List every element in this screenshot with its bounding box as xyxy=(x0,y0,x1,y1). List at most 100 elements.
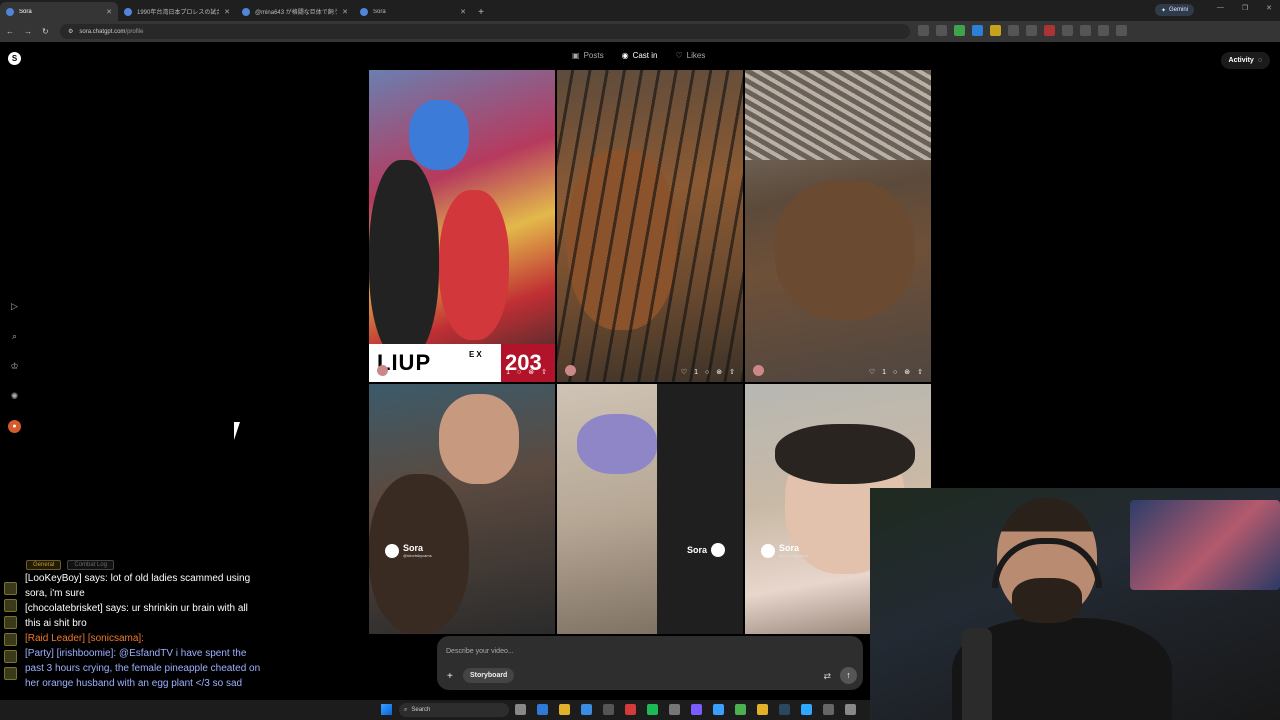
minimize-icon[interactable]: — xyxy=(1217,4,1224,12)
tab-combat-log[interactable]: Combat Log xyxy=(67,560,115,570)
activity-button[interactable]: Activity ◌ xyxy=(1220,52,1270,69)
back-icon[interactable]: ← xyxy=(6,27,14,36)
site-info-icon[interactable]: ⚙ xyxy=(68,28,73,35)
app-icon[interactable] xyxy=(801,704,812,715)
extension-icon[interactable] xyxy=(1098,25,1109,36)
video-tile[interactable]: ♡ 1 ○ ⊛ ⇧ xyxy=(745,70,931,382)
windows-start-icon[interactable] xyxy=(381,704,392,715)
microphone xyxy=(962,628,992,720)
extension-icon[interactable] xyxy=(918,25,929,36)
share-icon[interactable]: ⇧ xyxy=(917,368,923,376)
sora-logo[interactable]: S xyxy=(8,52,21,65)
extension-icon[interactable] xyxy=(990,25,1001,36)
heart-icon[interactable]: ♡ xyxy=(869,368,875,376)
heart-icon[interactable]: ♡ xyxy=(681,368,687,376)
video-tile[interactable]: LIUP EX 203 ♡ 1 ○ ⊛ ⇧ xyxy=(369,70,555,382)
new-tab-button[interactable]: + xyxy=(472,7,490,18)
home-icon[interactable]: ▷ xyxy=(8,300,21,313)
tab-title: Sora xyxy=(19,8,32,15)
remix-icon[interactable]: ⊛ xyxy=(716,368,722,376)
app-icon[interactable] xyxy=(713,704,724,715)
url-input[interactable]: ⚙ sora.chatgpt.com/profile xyxy=(60,24,910,39)
chat-icon[interactable] xyxy=(4,582,17,595)
app-icon[interactable] xyxy=(823,704,834,715)
sora-ghost-icon xyxy=(761,543,775,558)
trophy-icon[interactable]: ♔ xyxy=(8,360,21,373)
browser-tab[interactable]: Sora ✕ xyxy=(0,2,118,21)
steam-icon[interactable] xyxy=(779,704,790,715)
heart-icon[interactable]: ♡ xyxy=(493,368,499,376)
app-icon[interactable] xyxy=(537,704,548,715)
extension-icon[interactable] xyxy=(1008,25,1019,36)
extension-icon[interactable] xyxy=(936,25,947,36)
tab-general[interactable]: General xyxy=(26,560,62,570)
app-icon[interactable] xyxy=(757,704,768,715)
prompt-input[interactable]: Describe your video... xyxy=(446,648,514,655)
liup-overlay: LIUP EX xyxy=(369,344,501,382)
app-icon[interactable] xyxy=(691,704,702,715)
storyboard-button[interactable]: Storyboard xyxy=(463,668,515,683)
add-icon[interactable]: + xyxy=(447,671,453,682)
chat-icon[interactable] xyxy=(4,616,17,629)
browser-tab[interactable]: Sora ✕ xyxy=(354,2,472,21)
app-icon[interactable] xyxy=(581,704,592,715)
scroll-bottom-icon[interactable] xyxy=(4,667,17,680)
video-tile[interactable]: Sora xyxy=(557,384,743,634)
watermark-handle: @shortsbycams xyxy=(403,553,432,558)
bell-icon: ◌ xyxy=(1257,57,1262,64)
extension-icon[interactable] xyxy=(972,25,983,36)
settings-sliders-icon[interactable]: ⇄ xyxy=(823,671,831,682)
loading-icon[interactable]: ✺ xyxy=(8,390,21,403)
gemini-button[interactable]: ✦ Gemini xyxy=(1154,4,1194,16)
extension-icon[interactable] xyxy=(954,25,965,36)
close-window-icon[interactable]: ✕ xyxy=(1266,4,1272,12)
avatar[interactable] xyxy=(753,365,764,376)
tab-cast-in[interactable]: ◉ Cast in xyxy=(622,51,658,60)
profile-avatar[interactable]: ● xyxy=(8,420,21,433)
reload-icon[interactable]: ↻ xyxy=(42,27,49,36)
scroll-down-icon[interactable] xyxy=(4,650,17,663)
share-icon[interactable]: ⇧ xyxy=(541,368,547,376)
close-icon[interactable]: ✕ xyxy=(342,8,348,16)
forward-icon[interactable]: → xyxy=(24,27,32,36)
remix-icon[interactable]: ⊛ xyxy=(904,368,910,376)
close-icon[interactable]: ✕ xyxy=(106,8,112,16)
extension-icon[interactable] xyxy=(1044,25,1055,36)
maximize-icon[interactable]: ❐ xyxy=(1242,4,1248,12)
extension-icon[interactable] xyxy=(1062,25,1073,36)
extension-icon[interactable] xyxy=(1026,25,1037,36)
tab-likes[interactable]: ♡ Likes xyxy=(675,51,705,60)
app-icon[interactable] xyxy=(669,704,680,715)
app-icon[interactable] xyxy=(603,704,614,715)
extension-icon[interactable] xyxy=(1080,25,1091,36)
app-icon[interactable] xyxy=(625,704,636,715)
comment-icon[interactable]: ○ xyxy=(893,369,897,376)
app-icon[interactable] xyxy=(515,704,526,715)
share-icon[interactable]: ⇧ xyxy=(729,368,735,376)
avatar[interactable] xyxy=(565,365,576,376)
scroll-up-icon[interactable] xyxy=(4,633,17,646)
browser-tab[interactable]: 1990年台湾日本プロレスの試合 ✕ xyxy=(118,2,236,21)
taskbar-search[interactable]: ⌕ Search xyxy=(399,703,509,717)
tab-posts[interactable]: ▣ Posts xyxy=(572,51,604,60)
app-icon[interactable] xyxy=(845,704,856,715)
search-icon[interactable]: ⌕ xyxy=(8,330,21,343)
video-tile[interactable]: ♡ 1 ○ ⊛ ⇧ xyxy=(557,70,743,382)
remix-icon[interactable]: ⊛ xyxy=(528,368,534,376)
browser-tab[interactable]: @mina643 が格闘な巨体で飼う ✕ xyxy=(236,2,354,21)
app-icon[interactable] xyxy=(735,704,746,715)
speaker-icon[interactable] xyxy=(4,599,17,612)
comment-icon[interactable]: ○ xyxy=(517,369,521,376)
send-button[interactable]: ↑ xyxy=(840,667,857,684)
browser-tab-bar: Sora ✕ 1990年台湾日本プロレスの試合 ✕ @mina643 が格闘な巨… xyxy=(0,0,1280,21)
avatar[interactable] xyxy=(377,365,388,376)
url-path: /profile xyxy=(125,28,144,35)
close-icon[interactable]: ✕ xyxy=(460,8,466,16)
video-composer: Describe your video... + Storyboard ⇄ ↑ xyxy=(437,636,863,690)
app-icon[interactable] xyxy=(647,704,658,715)
close-icon[interactable]: ✕ xyxy=(224,8,230,16)
video-tile[interactable]: Sora @shortsbycams xyxy=(369,384,555,634)
comment-icon[interactable]: ○ xyxy=(705,369,709,376)
folder-icon[interactable] xyxy=(559,704,570,715)
extension-icon[interactable] xyxy=(1116,25,1127,36)
